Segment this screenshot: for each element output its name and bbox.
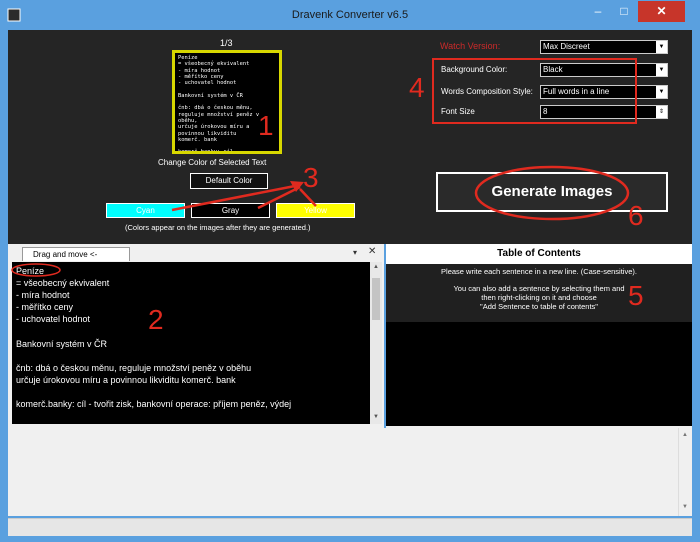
scroll-down-arrow-icon[interactable]: ▼ bbox=[370, 414, 382, 420]
minimize-icon: – bbox=[594, 4, 602, 18]
sentence-text-area[interactable]: Peníze = všeobecný ekvivalent - míra hod… bbox=[12, 262, 370, 424]
watch-version-select[interactable]: Max Discreet ▼ bbox=[540, 40, 668, 54]
watch-version-label: Watch Version: bbox=[440, 41, 501, 51]
close-icon: ✕ bbox=[656, 4, 667, 18]
maximize-icon: □ bbox=[620, 4, 628, 18]
gray-color-button[interactable]: Gray bbox=[191, 203, 270, 218]
dropdown-arrow-icon: ▼ bbox=[656, 64, 667, 76]
default-color-button[interactable]: Default Color bbox=[190, 173, 268, 189]
toc-instruction-line: You can also add a sentence by selecting… bbox=[453, 284, 625, 293]
annotation-number-6: 6 bbox=[628, 200, 644, 231]
close-button[interactable]: ✕ bbox=[638, 1, 685, 22]
settings-panel: 1/3 Peníze = všeobecný ekvivalent - míra… bbox=[8, 30, 692, 244]
scroll-up-arrow-icon[interactable]: ▲ bbox=[370, 264, 382, 270]
watch-version-value: Max Discreet bbox=[543, 42, 590, 51]
cyan-color-button[interactable]: Cyan bbox=[106, 203, 185, 218]
colors-note: (Colors appear on the images after they … bbox=[125, 223, 311, 232]
page-counter: 1/3 bbox=[220, 38, 233, 48]
table-of-contents-pane: Table of Contents Please write each sent… bbox=[386, 244, 692, 428]
annotation-number-3: 3 bbox=[303, 162, 319, 193]
editor-pane: Drag and move <- ▾ ✕ Peníze = všeobecný … bbox=[8, 244, 384, 428]
toc-instruction-block: You can also add a sentence by selecting… bbox=[386, 284, 692, 311]
scroll-up-arrow-icon[interactable]: ▲ bbox=[678, 432, 692, 438]
toc-instruction-line: Please write each sentence in a new line… bbox=[441, 267, 637, 276]
pane-close-icon[interactable]: ✕ bbox=[368, 246, 376, 257]
toc-instructions: Please write each sentence in a new line… bbox=[386, 264, 692, 322]
minimize-button[interactable]: – bbox=[585, 1, 611, 22]
status-bar bbox=[8, 518, 692, 536]
toc-text-area[interactable] bbox=[386, 322, 692, 426]
annotation-number-1: 1 bbox=[258, 110, 274, 141]
toc-header: Table of Contents bbox=[386, 244, 692, 264]
pane-menu-icon[interactable]: ▾ bbox=[353, 248, 357, 257]
application-window: Dravenk Converter v6.5 – □ ✕ 1/3 Peníze … bbox=[0, 0, 700, 542]
title-bar: Dravenk Converter v6.5 – □ ✕ bbox=[0, 0, 700, 30]
tab-drag-and-move[interactable]: Drag and move <- bbox=[22, 247, 130, 261]
dropdown-arrow-icon: ▼ bbox=[656, 86, 667, 98]
annotation-number-4: 4 bbox=[409, 72, 425, 103]
scroll-down-arrow-icon[interactable]: ▼ bbox=[678, 504, 692, 510]
annotation-number-5: 5 bbox=[628, 280, 644, 311]
annotation-number-2: 2 bbox=[148, 304, 164, 335]
toc-instruction-line: "Add Sentence to table of contents" bbox=[480, 302, 598, 311]
annotation-box-4 bbox=[432, 58, 637, 124]
spin-arrows-icon[interactable]: ⇕ bbox=[656, 106, 667, 118]
dropdown-arrow-icon: ▼ bbox=[656, 41, 667, 53]
editor-scrollbar-thumb[interactable] bbox=[372, 278, 380, 320]
bottom-scrollbar[interactable] bbox=[678, 428, 692, 516]
yellow-color-button[interactable]: Yellow bbox=[276, 203, 355, 218]
toc-instruction-line: then right-clicking on it and choose bbox=[481, 293, 597, 302]
bottom-text-area[interactable]: ▲ ▼ bbox=[8, 428, 692, 516]
change-color-label: Change Color of Selected Text bbox=[158, 158, 267, 167]
maximize-button[interactable]: □ bbox=[611, 1, 637, 22]
